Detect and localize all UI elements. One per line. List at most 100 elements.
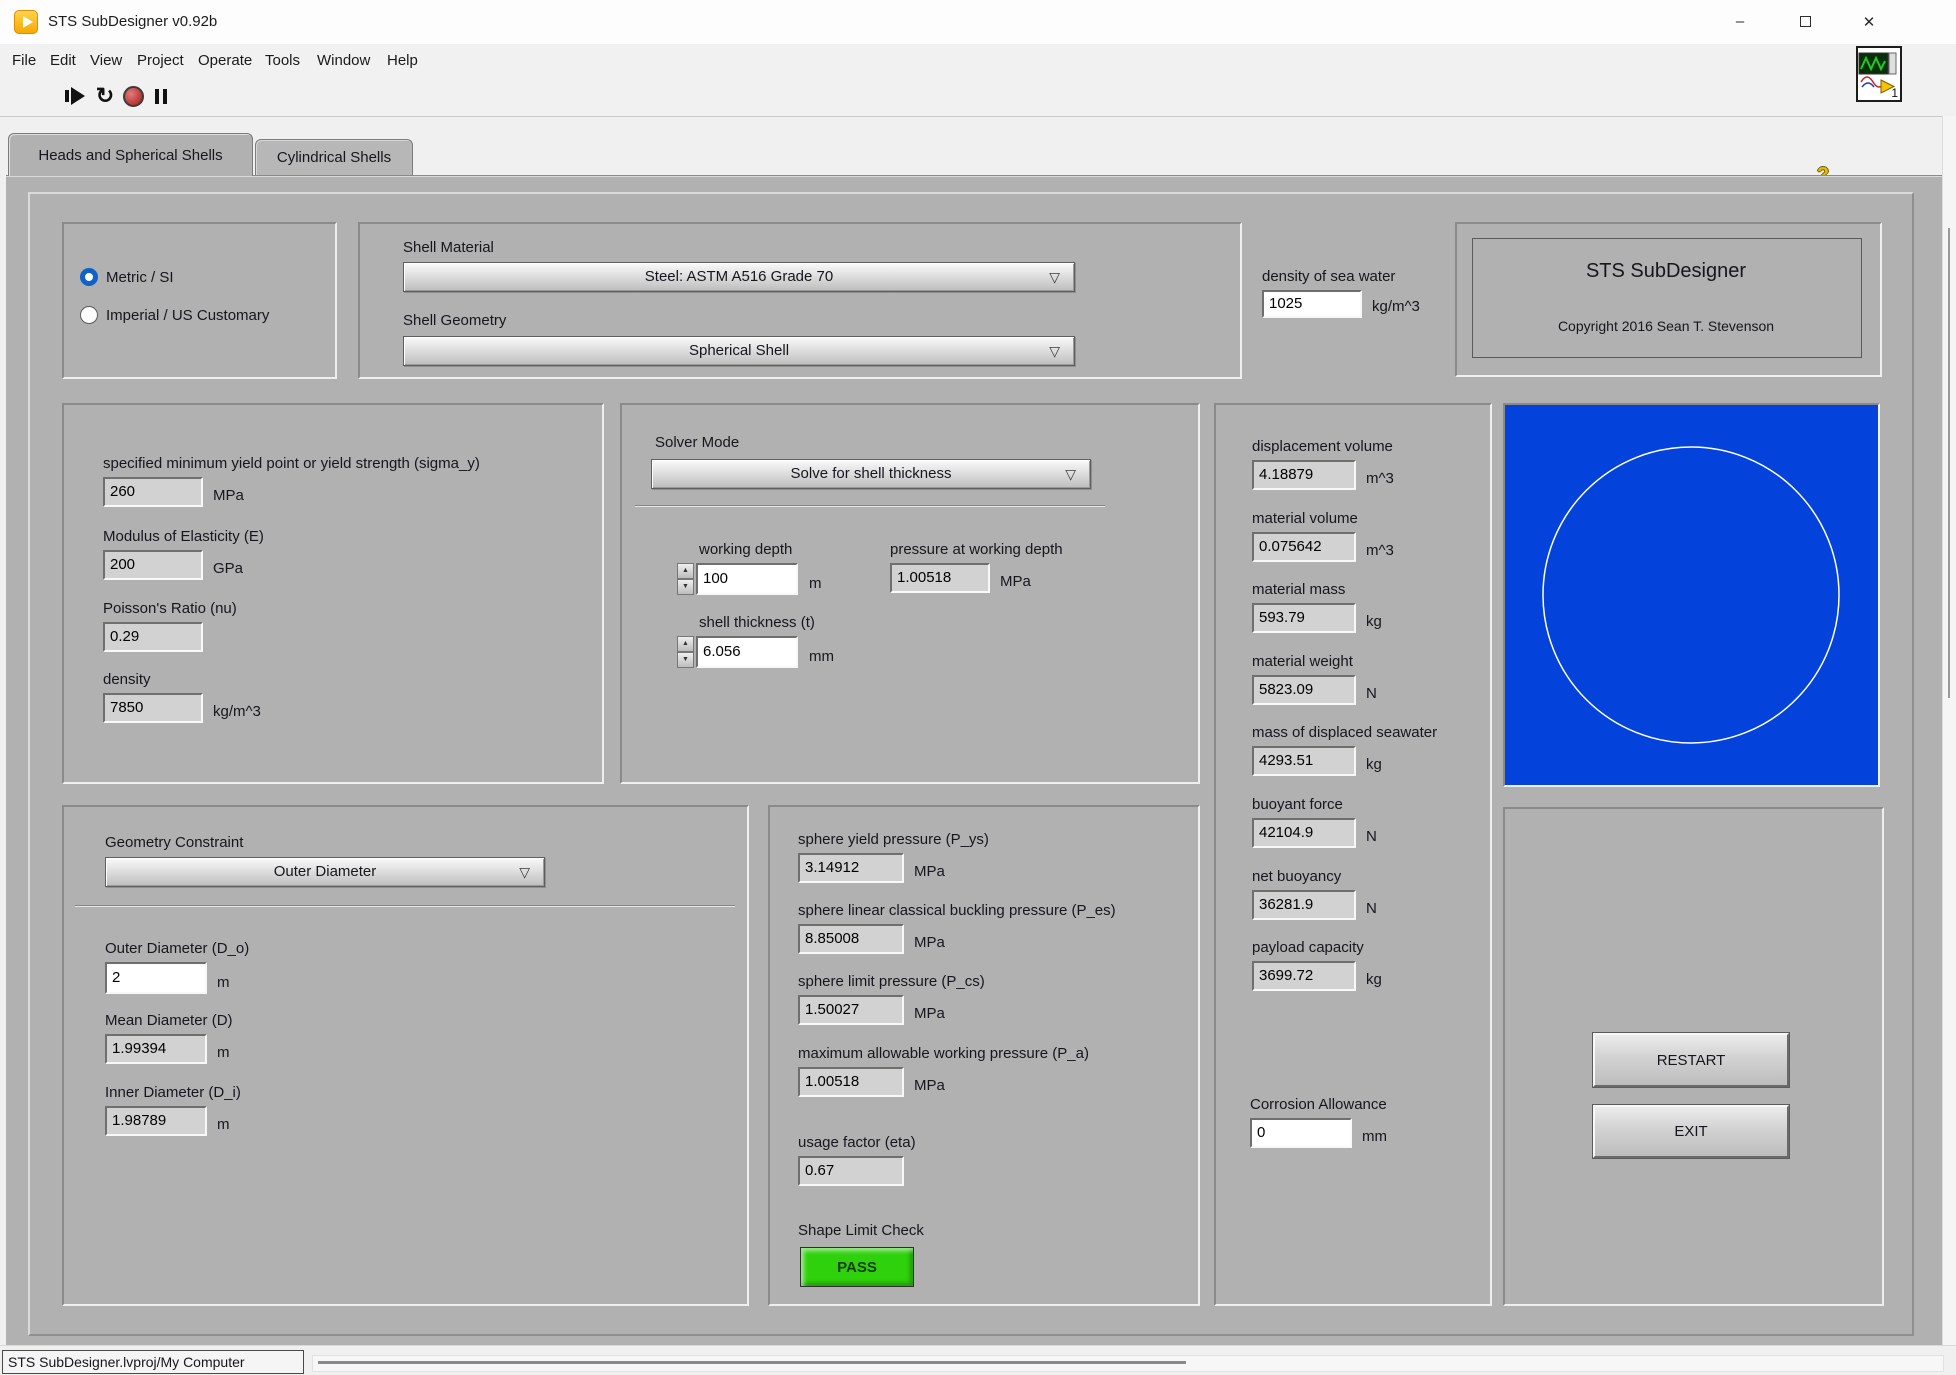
displaced-seawater-indicator: 4293.51 [1252,746,1356,776]
net-buoyancy-label: net buoyancy [1252,868,1377,885]
labview-window: STS SubDesigner v0.92b – ✕ File Edit Vie… [0,0,1956,1375]
net-buoyancy-row: net buoyancy 36281.9 N [1252,868,1377,920]
corrosion-allowance-label: Corrosion Allowance [1250,1096,1387,1113]
outer-diameter-label: Outer Diameter (D_o) [105,940,249,957]
tab-heads-and-spherical-shells[interactable]: Heads and Spherical Shells [8,133,253,176]
spin-down-button[interactable]: ▼ [677,579,694,595]
unit-label: N [1366,900,1377,920]
spin-down-button[interactable]: ▼ [677,652,694,668]
exit-button[interactable]: EXIT [1593,1105,1789,1158]
menu-tools[interactable]: Tools [261,44,304,77]
minimize-button[interactable]: – [1712,0,1768,43]
max-working-pressure-label: maximum allowable working pressure (P_a) [798,1045,1089,1062]
unit-label: kg/m^3 [213,703,261,723]
menu-bar: File Edit View Project Operate Tools Win… [0,44,1956,79]
shape-limit-check-label: Shape Limit Check [798,1222,924,1239]
dropdown-value: Outer Diameter [274,863,377,880]
menu-file[interactable]: File [8,44,40,77]
menu-help[interactable]: Help [383,44,422,77]
abort-icon [123,86,144,107]
abort-button[interactable] [120,82,146,110]
vertical-scrollbar-thumb[interactable] [1948,228,1950,698]
unit-label: N [1366,828,1377,848]
working-depth-spinner[interactable]: ▲ ▼ [677,563,694,595]
sea-water-density-input[interactable]: 1025 [1262,290,1362,318]
menu-project[interactable]: Project [133,44,188,77]
modulus-indicator: 200 [103,550,203,580]
radio-selected-icon [80,268,98,286]
material-weight-row: material weight 5823.09 N [1252,653,1377,705]
shell-geometry-dropdown[interactable]: Spherical Shell ▽ [403,336,1075,366]
material-mass-label: material mass [1252,581,1382,598]
spin-up-button[interactable]: ▲ [677,563,694,579]
solver-mode-dropdown[interactable]: Solve for shell thickness ▽ [651,459,1091,489]
spin-up-button[interactable]: ▲ [677,636,694,652]
run-continuous-button[interactable]: ↻ [92,82,118,110]
displacement-volume-row: displacement volume 4.18879 m^3 [1252,438,1394,490]
material-volume-indicator: 0.075642 [1252,532,1356,562]
unit-label: kg [1366,756,1382,776]
material-weight-label: material weight [1252,653,1377,670]
shell-cross-section-preview [1503,403,1880,787]
close-button[interactable]: ✕ [1841,0,1897,43]
unit-label: m [809,575,822,595]
mean-diameter-row: Mean Diameter (D) 1.99394 m [105,1012,233,1064]
radio-imperial[interactable]: Imperial / US Customary [80,306,269,324]
vi-icon: 1 [1856,46,1902,102]
buoyant-force-indicator: 42104.9 [1252,818,1356,848]
tab-cylindrical-shells[interactable]: Cylindrical Shells [255,139,413,175]
mean-diameter-indicator: 1.99394 [105,1034,207,1064]
solver-separator [635,505,1105,507]
run-icon [65,90,69,102]
sphere-buckling-pressure-label: sphere linear classical buckling pressur… [798,902,1116,919]
unit-label: MPa [914,1077,945,1097]
shell-thickness-spinner[interactable]: ▲ ▼ [677,636,694,668]
working-depth-row: working depth ▲ ▼ 100 m [677,541,822,595]
radio-metric-si[interactable]: Metric / SI [80,268,174,286]
mean-diameter-label: Mean Diameter (D) [105,1012,233,1029]
unit-label: GPa [213,560,243,580]
material-density-label: density [103,671,261,688]
shape-limit-check-indicator: PASS [800,1247,914,1287]
labview-app-icon [14,10,38,34]
geometry-constraint-dropdown[interactable]: Outer Diameter ▽ [105,857,545,887]
menu-view[interactable]: View [86,44,126,77]
geometry-separator [75,905,735,907]
payload-capacity-indicator: 3699.72 [1252,961,1356,991]
toolbar: ↻ ? [0,78,1956,117]
shell-material-dropdown[interactable]: Steel: ASTM A516 Grade 70 ▽ [403,262,1075,292]
max-working-pressure-indicator: 1.00518 [798,1067,904,1097]
unit-label: m [217,974,230,994]
working-depth-input[interactable]: 100 [696,563,798,595]
outer-diameter-input[interactable]: 2 [105,962,207,994]
chevron-down-icon: ▽ [1049,263,1060,291]
yield-strength-label: specified minimum yield point or yield s… [103,455,480,472]
menu-window[interactable]: Window [313,44,374,77]
radio-unselected-icon [80,306,98,324]
yield-strength-indicator: 260 [103,477,203,507]
pause-button[interactable] [148,82,174,110]
working-pressure-label: pressure at working depth [890,541,1063,558]
corrosion-allowance-input[interactable]: 0 [1250,1118,1352,1148]
restart-button[interactable]: RESTART [1593,1033,1789,1087]
radio-label: Imperial / US Customary [106,307,269,324]
corrosion-allowance-row: Corrosion Allowance 0 mm [1250,1096,1387,1148]
horizontal-scrollbar-thumb[interactable] [318,1361,1186,1364]
usage-factor-label: usage factor (eta) [798,1134,916,1151]
working-pressure-row: pressure at working depth 1.00518 MPa [890,541,1063,593]
run-button[interactable] [62,82,88,110]
poissons-ratio-indicator: 0.29 [103,622,203,652]
displaced-seawater-row: mass of displaced seawater 4293.51 kg [1252,724,1437,776]
pause-icon [155,89,159,104]
unit-label: m^3 [1366,470,1394,490]
menu-operate[interactable]: Operate [194,44,256,77]
tab-label: Heads and Spherical Shells [38,147,222,164]
buoyant-force-row: buoyant force 42104.9 N [1252,796,1377,848]
unit-label: m [217,1044,230,1064]
unit-label: N [1366,685,1377,705]
sphere-yield-pressure-indicator: 3.14912 [798,853,904,883]
payload-capacity-label: payload capacity [1252,939,1382,956]
shell-thickness-input[interactable]: 6.056 [696,636,798,668]
maximize-button[interactable] [1777,0,1833,43]
menu-edit[interactable]: Edit [46,44,80,77]
